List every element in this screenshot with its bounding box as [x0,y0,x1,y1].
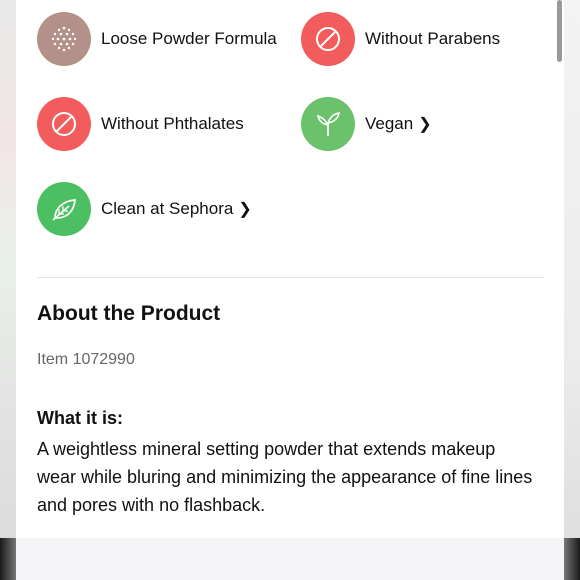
highlight-vegan[interactable]: Vegan ❯ [301,97,432,151]
what-it-is-description: A weightless mineral setting powder that… [37,439,533,515]
prohibited-icon [301,12,355,66]
chevron-right-icon: ❯ [418,116,432,133]
frame-shadow-left [0,538,16,580]
highlight-clean-at-sephora[interactable]: Clean at Sephora ❯ [37,182,252,236]
what-it-is-title: What it is: [37,408,123,428]
scrollbar[interactable] [557,0,562,62]
chevron-right-icon: ❯ [238,201,252,218]
item-number: Item 1072990 [37,351,135,368]
highlight-label-text: Clean at Sephora [101,199,234,218]
highlight-label-text: Vegan [365,114,414,133]
highlight-loose-powder: Loose Powder Formula [37,12,277,66]
highlight-label: Loose Powder Formula [101,29,277,48]
sprout-icon [301,97,355,151]
photo-edge-left [0,0,16,580]
highlight-without-parabens: Without Parabens [301,12,500,66]
powder-dots-icon [37,12,91,66]
about-product-title: About the Product [37,302,221,325]
section-divider [37,277,544,278]
highlight-without-phthalates: Without Phthalates [37,97,244,151]
highlight-label: Clean at Sephora ❯ [101,199,252,219]
highlight-label: Without Parabens [365,29,501,48]
frame-shadow-right [564,538,580,580]
bottom-band [0,538,580,580]
highlight-label: Without Phthalates [101,114,244,133]
leaf-icon [37,182,91,236]
photo-edge-right [564,0,580,580]
highlight-label: Vegan ❯ [365,114,432,134]
prohibited-icon [37,97,91,151]
